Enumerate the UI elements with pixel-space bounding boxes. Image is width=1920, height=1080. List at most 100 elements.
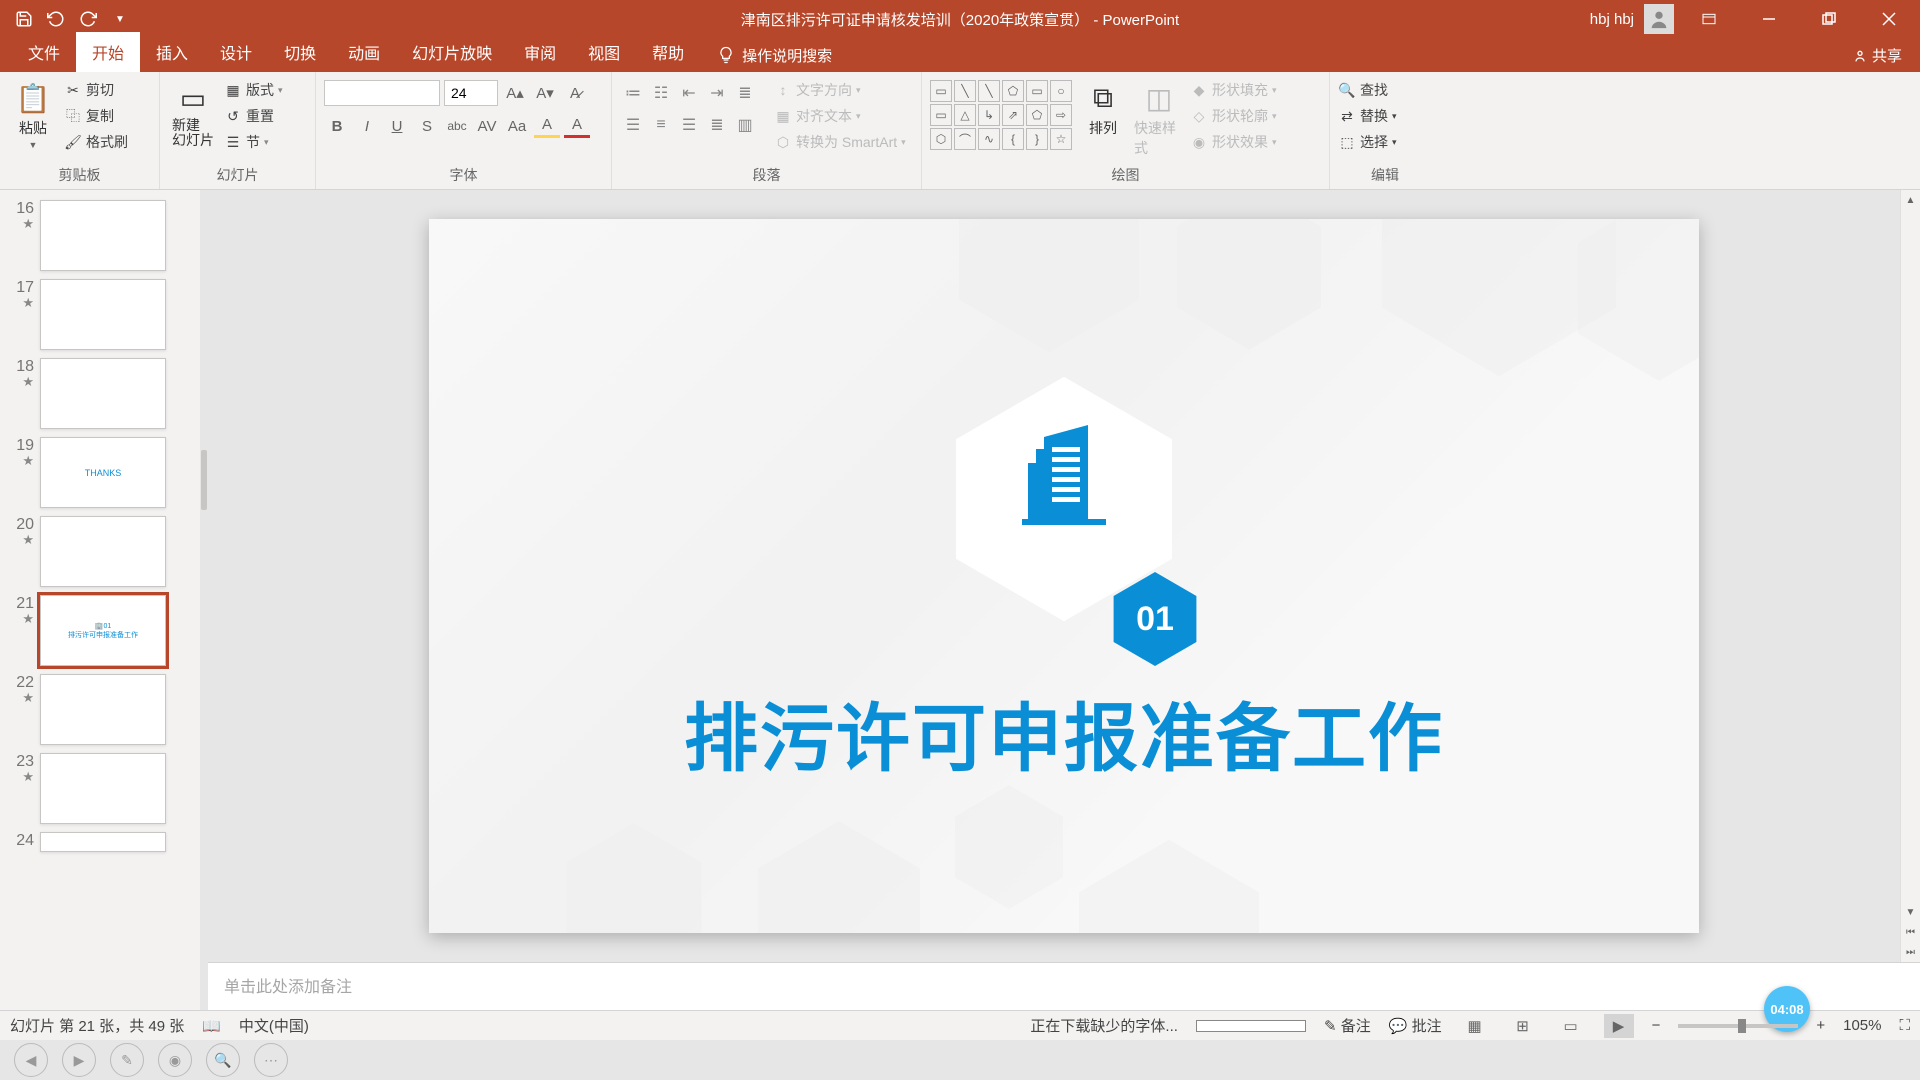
- tab-transitions[interactable]: 切换: [268, 32, 332, 72]
- align-right-button[interactable]: ☰: [676, 114, 702, 136]
- sorter-view-button[interactable]: ⊞: [1508, 1014, 1538, 1038]
- italic-button[interactable]: I: [354, 114, 380, 138]
- normal-view-button[interactable]: ▦: [1460, 1014, 1490, 1038]
- zoom-in-button[interactable]: +: [1816, 1017, 1825, 1034]
- shape-effects-button[interactable]: ◉形状效果 ▾: [1190, 132, 1277, 152]
- tell-me-search[interactable]: 操作说明搜索: [700, 45, 848, 66]
- bullets-button[interactable]: ≔: [620, 82, 646, 104]
- pointer-button[interactable]: ◉: [158, 1043, 192, 1077]
- undo-icon[interactable]: [46, 9, 66, 29]
- align-left-button[interactable]: ☰: [620, 114, 646, 136]
- tab-file[interactable]: 文件: [12, 32, 76, 72]
- language-indicator[interactable]: 中文(中国): [239, 1015, 309, 1036]
- notes-pane[interactable]: 单击此处添加备注: [208, 962, 1920, 1010]
- decrease-font-button[interactable]: A▾: [532, 81, 558, 105]
- more-button[interactable]: ⋯: [254, 1043, 288, 1077]
- clear-format-button[interactable]: A̷: [562, 81, 588, 105]
- reading-view-button[interactable]: ▭: [1556, 1014, 1586, 1038]
- pane-splitter[interactable]: [200, 190, 208, 1010]
- paste-button[interactable]: 📋 粘贴 ▼: [8, 76, 58, 150]
- font-size-select[interactable]: [444, 80, 498, 106]
- prev-button[interactable]: ◀: [14, 1043, 48, 1077]
- select-button[interactable]: ⬚选择 ▾: [1338, 132, 1397, 152]
- ribbon-display-options-icon[interactable]: [1684, 0, 1734, 38]
- next-slide-icon[interactable]: ⏭: [1901, 942, 1920, 962]
- tab-view[interactable]: 视图: [572, 32, 636, 72]
- comments-toggle[interactable]: 💬 批注: [1389, 1015, 1442, 1036]
- user-avatar[interactable]: [1644, 4, 1674, 34]
- arrange-button[interactable]: ⧉ 排列: [1078, 76, 1128, 138]
- strike-button[interactable]: S: [414, 114, 440, 138]
- shape-fill-button[interactable]: ◆形状填充 ▾: [1190, 80, 1277, 100]
- align-center-button[interactable]: ≡: [648, 114, 674, 136]
- save-icon[interactable]: [14, 9, 34, 29]
- slide-canvas[interactable]: 01 排污许可申报准备工作: [429, 219, 1699, 933]
- font-color-button[interactable]: A: [564, 114, 590, 138]
- format-painter-button[interactable]: 🖌格式刷: [64, 132, 128, 152]
- slide-counter[interactable]: 幻灯片 第 21 张，共 49 张: [10, 1015, 184, 1036]
- fit-to-window-button[interactable]: ⛶: [1899, 1017, 1910, 1034]
- scroll-up-icon[interactable]: ▲: [1901, 190, 1920, 210]
- qat-dropdown-icon[interactable]: ▼: [110, 9, 130, 29]
- quick-styles-button[interactable]: ◫ 快速样式: [1134, 76, 1184, 158]
- notes-toggle[interactable]: ✎ 备注: [1324, 1015, 1371, 1036]
- zoom-button[interactable]: 🔍: [206, 1043, 240, 1077]
- cut-button[interactable]: ✂剪切: [64, 80, 128, 100]
- shapes-gallery[interactable]: ▭╲╲⬠▭○ ▭△↳⇗⬠⇨ ⬡⌒∿{}☆: [930, 76, 1072, 150]
- copy-button[interactable]: ⿻复制: [64, 106, 128, 126]
- reset-button[interactable]: ↺重置: [224, 106, 283, 126]
- text-direction-button[interactable]: ↕文字方向 ▾: [774, 80, 906, 100]
- underline-button[interactable]: U: [384, 114, 410, 138]
- user-name[interactable]: hbj hbj: [1590, 11, 1634, 28]
- smartart-button[interactable]: ⬡转换为 SmartArt ▾: [774, 132, 906, 152]
- columns-button[interactable]: ▥: [732, 114, 758, 136]
- thumbnail-pane[interactable]: 16★ 17★ 18★ 19★THANKS 20★ 21★🏢01排污许可申报准备…: [0, 190, 200, 1010]
- layout-button[interactable]: ▦版式 ▾: [224, 80, 283, 100]
- replace-button[interactable]: ⇄替换 ▾: [1338, 106, 1397, 126]
- shape-outline-button[interactable]: ◇形状轮廓 ▾: [1190, 106, 1277, 126]
- tab-home[interactable]: 开始: [76, 32, 140, 72]
- bold-button[interactable]: B: [324, 114, 350, 138]
- line-spacing-button[interactable]: ≣: [732, 82, 758, 104]
- maximize-button[interactable]: [1804, 0, 1854, 38]
- slide-thumbnail[interactable]: 22★: [0, 670, 200, 749]
- shadow-button[interactable]: abc: [444, 114, 470, 138]
- spellcheck-icon[interactable]: 📖: [202, 1017, 221, 1035]
- play-button[interactable]: ▶: [62, 1043, 96, 1077]
- align-text-button[interactable]: ▦对齐文本 ▾: [774, 106, 906, 126]
- close-button[interactable]: [1864, 0, 1914, 38]
- zoom-percent[interactable]: 105%: [1843, 1017, 1881, 1034]
- increase-indent-button[interactable]: ⇥: [704, 82, 730, 104]
- slide-thumbnail[interactable]: 17★: [0, 275, 200, 354]
- font-highlight-button[interactable]: A: [534, 114, 560, 138]
- zoom-slider[interactable]: [1678, 1024, 1798, 1028]
- redo-icon[interactable]: [78, 9, 98, 29]
- pen-button[interactable]: ✎: [110, 1043, 144, 1077]
- tab-review[interactable]: 审阅: [508, 32, 572, 72]
- slide-thumbnail[interactable]: 23★: [0, 749, 200, 828]
- new-slide-button[interactable]: ▭ 新建 幻灯片: [168, 76, 218, 149]
- section-button[interactable]: ☰节 ▾: [224, 132, 283, 152]
- slide-thumbnail[interactable]: 16★: [0, 196, 200, 275]
- slideshow-view-button[interactable]: ▶: [1604, 1014, 1634, 1038]
- tab-animations[interactable]: 动画: [332, 32, 396, 72]
- slide-thumbnail[interactable]: 19★THANKS: [0, 433, 200, 512]
- slide-thumbnail[interactable]: 18★: [0, 354, 200, 433]
- prev-slide-icon[interactable]: ⏮: [1901, 922, 1920, 942]
- zoom-out-button[interactable]: −: [1652, 1017, 1661, 1034]
- decrease-indent-button[interactable]: ⇤: [676, 82, 702, 104]
- tab-help[interactable]: 帮助: [636, 32, 700, 72]
- tab-slideshow[interactable]: 幻灯片放映: [396, 32, 508, 72]
- char-spacing-button[interactable]: AV: [474, 114, 500, 138]
- slide-thumbnail[interactable]: 20★: [0, 512, 200, 591]
- font-family-select[interactable]: [324, 80, 440, 106]
- share-button[interactable]: 共享: [1852, 45, 1902, 72]
- scroll-down-icon[interactable]: ▼: [1901, 902, 1920, 922]
- tab-insert[interactable]: 插入: [140, 32, 204, 72]
- numbering-button[interactable]: ☷: [648, 82, 674, 104]
- increase-font-button[interactable]: A▴: [502, 81, 528, 105]
- vertical-scrollbar[interactable]: ▲ ▼ ⏮ ⏭: [1900, 190, 1920, 962]
- find-button[interactable]: 🔍查找: [1338, 80, 1397, 100]
- minimize-button[interactable]: [1744, 0, 1794, 38]
- slide-thumbnail[interactable]: 24: [0, 828, 200, 856]
